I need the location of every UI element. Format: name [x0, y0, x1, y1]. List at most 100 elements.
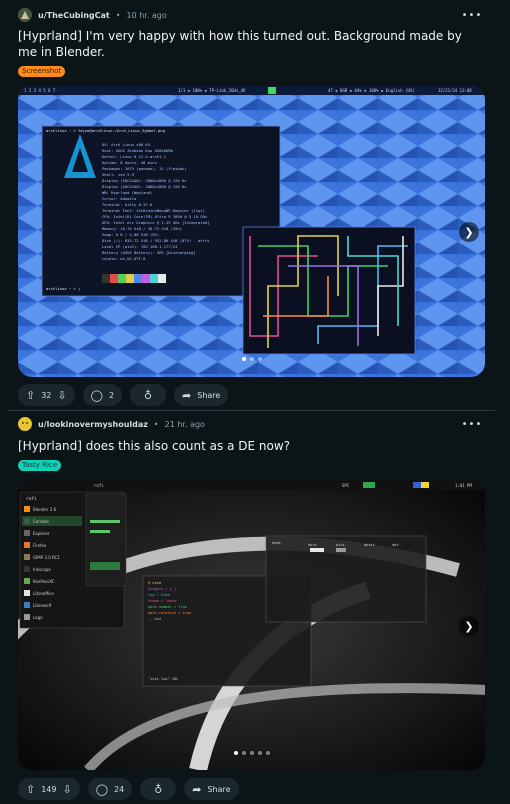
svg-text:Host: ASUS Zenbook Duo UX8406M: Host: ASUS Zenbook Duo UX8406MA	[102, 148, 174, 153]
post-divider	[8, 410, 495, 411]
svg-text:Battery (ASUS Battery): 56% [D: Battery (ASUS Battery): 56% [Discharging…	[102, 250, 196, 255]
comment-count: 24	[114, 784, 125, 794]
subreddit-name[interactable]: u/lookinovermyshouldaz	[38, 420, 148, 429]
more-icon[interactable]: •••	[462, 5, 482, 25]
post-title[interactable]: [Hyprland] I'm very happy with how this …	[18, 28, 468, 60]
svg-text:rofi: rofi	[26, 496, 37, 502]
share-label: Share	[207, 784, 231, 794]
post-age: 10 hr. ago	[126, 10, 167, 20]
share-icon: ➦	[182, 388, 192, 402]
comments-button[interactable]: ◯ 2	[82, 384, 123, 406]
post-title[interactable]: [Hyprland] does this also count as a DE …	[18, 438, 468, 454]
svg-text:Explorer: Explorer	[33, 531, 50, 536]
avatar[interactable]	[18, 8, 32, 22]
vote-count: 149	[41, 784, 57, 794]
svg-text:theme = "mono": theme = "mono"	[148, 599, 178, 603]
svg-text:Kernel: Linux 6.12.4-arch1-1: Kernel: Linux 6.12.4-arch1-1	[102, 154, 167, 159]
svg-text:Memory: 10.76 GiB / 30.72 GiB: Memory: 10.76 GiB / 30.72 GiB (35%)	[102, 226, 182, 231]
share-button[interactable]: ➦ Share	[174, 384, 229, 406]
avatar[interactable]	[18, 417, 32, 431]
separator-dot: •	[153, 419, 159, 429]
svg-text:archlinux ~ > |: archlinux ~ > |	[46, 286, 80, 291]
svg-text:plugins = { }: plugins = { }	[148, 587, 176, 591]
svg-text:Logo: Logo	[33, 615, 43, 620]
svg-text:docs: docs	[308, 543, 317, 547]
award-button[interactable]: ♁	[130, 384, 167, 406]
carousel-dot[interactable]	[233, 751, 238, 755]
downvote-icon[interactable]: ⇩	[57, 389, 66, 402]
svg-text:Display (SDC41A0): 2880x1800 @: Display (SDC41A0): 2880x1800 @ 120 Hz	[102, 184, 187, 189]
carousel-dot[interactable]	[257, 751, 262, 755]
svg-text:Disk (/): 833.72 GiB / 952.86: Disk (/): 833.72 GiB / 952.86 GiB (87%) …	[102, 238, 209, 243]
post-image[interactable]: 1 2 3 4 5 6 7 1/1 ▪ 100% ▪ TP-Link_5GHz_…	[18, 86, 485, 377]
comment-count: 2	[108, 390, 115, 400]
svg-text:home: home	[272, 541, 281, 545]
post-image[interactable]: rofi SPC 1:01 PM rofi Blender 3.6 Consol…	[18, 480, 485, 770]
post-flair: Screenshot	[18, 66, 66, 77]
svg-text:music: music	[364, 543, 375, 547]
award-button[interactable]: ♁	[140, 778, 177, 800]
svg-text:Packages: 1075 (pacman), 11 (f: Packages: 1075 (pacman), 11 (flatpak)	[102, 166, 187, 171]
screenshot-image: 1 2 3 4 5 6 7 1/1 ▪ 100% ▪ TP-Link_5GHz_…	[18, 86, 485, 377]
share-icon: ➦	[192, 782, 202, 796]
carousel-dot[interactable]	[257, 357, 262, 361]
svg-text:Display (SDC41A0): 2880x1800 @: Display (SDC41A0): 2880x1800 @ 120 Hz	[102, 178, 187, 183]
svg-text:Terminal: kitty 0.37.0: Terminal: kitty 0.37.0	[102, 202, 153, 207]
carousel-next-button[interactable]: ❯	[459, 222, 479, 242]
svg-text:12/21/24 13:08: 12/21/24 13:08	[438, 88, 472, 93]
svg-text:dev: dev	[392, 543, 399, 547]
upvote-icon[interactable]: ⇧	[26, 389, 35, 402]
award-icon: ♁	[154, 782, 163, 796]
carousel-dot[interactable]	[241, 357, 246, 361]
svg-text:lsp = true: lsp = true	[148, 593, 170, 597]
svg-text:GIMP 3.0 RC1: GIMP 3.0 RC1	[33, 555, 60, 560]
chevron-right-icon: ❯	[464, 619, 474, 633]
subreddit-name[interactable]: u/TheCubingCat	[38, 11, 110, 20]
svg-text:Terminal Font: JetBrainsMonoNF: Terminal Font: JetBrainsMonoNF-Regular (…	[102, 208, 205, 213]
award-icon: ♁	[144, 388, 153, 402]
svg-text:Librewolf: Librewolf	[33, 603, 52, 608]
vote-group: ⇧ 32 ⇩	[18, 384, 75, 406]
comment-icon: ◯	[95, 782, 109, 796]
svg-text:Local IP (wlo1): 192.168.1.177: Local IP (wlo1): 192.168.1.177/24	[102, 244, 178, 249]
svg-text:WM: Hyprland (Wayland): WM: Hyprland (Wayland)	[102, 190, 152, 195]
svg-text:archlinux ~ > fajoo@archlinux:: archlinux ~ > fajoo@archlinux:/Arch_Linu…	[46, 128, 165, 133]
more-icon[interactable]: •••	[462, 414, 482, 434]
svg-text:rofi: rofi	[94, 483, 104, 488]
screenshot-image: rofi SPC 1:01 PM rofi Blender 3.6 Consol…	[18, 480, 485, 770]
carousel-next-button[interactable]: ❯	[459, 616, 479, 636]
svg-text:-- end: -- end	[148, 617, 161, 621]
svg-text:$ nvim: $ nvim	[148, 581, 161, 585]
svg-text:Blender 3.6: Blender 3.6	[33, 507, 57, 512]
share-button[interactable]: ➦ Share	[184, 778, 239, 800]
svg-text:Libreoffice: Libreoffice	[33, 591, 54, 596]
post-header: u/lookinovermyshouldaz • 21 hr. ago	[18, 414, 205, 434]
svg-text:"init.lua" 16L: "init.lua" 16L	[148, 677, 178, 681]
share-label: Share	[197, 390, 221, 400]
svg-text:1 2 3 4 5 6 7: 1 2 3 4 5 6 7	[24, 88, 56, 93]
upvote-icon[interactable]: ⇧	[26, 783, 35, 796]
post-age: 21 hr. ago	[164, 419, 205, 429]
svg-text:Console: Console	[33, 519, 49, 524]
svg-text:1/1 ▪ 100% ▪ TP-Link_5GHz_4V: 1/1 ▪ 100% ▪ TP-Link_5GHz_4V	[178, 88, 246, 93]
carousel-dot[interactable]	[265, 751, 270, 755]
svg-text:OS: Arch Linux x86_64: OS: Arch Linux x86_64	[102, 142, 151, 147]
svg-text:opts.number = true: opts.number = true	[148, 605, 187, 609]
post-header: u/TheCubingCat • 10 hr. ago	[18, 5, 167, 25]
post-actions: ⇧ 149 ⇩ ◯ 24 ♁ ➦ Share	[18, 778, 239, 800]
svg-text:Cursor: Adwaita: Cursor: Adwaita	[102, 196, 136, 201]
carousel-dot[interactable]	[249, 357, 254, 361]
carousel-dot[interactable]	[249, 751, 254, 755]
svg-text:47 ▪ 8GB ▪ 64% ▪ 100% ▪ Englis: 47 ▪ 8GB ▪ 64% ▪ 100% ▪ English (US)	[328, 88, 415, 93]
downvote-icon[interactable]: ⇩	[63, 783, 72, 796]
carousel-dot[interactable]	[241, 751, 246, 755]
post-flair: Tasty Rice	[18, 460, 62, 471]
vote-count: 32	[41, 390, 52, 400]
post-actions: ⇧ 32 ⇩ ◯ 2 ♁ ➦ Share	[18, 384, 229, 406]
svg-text:1:01 PM: 1:01 PM	[455, 483, 472, 488]
svg-text:SPC: SPC	[342, 483, 350, 488]
comment-icon: ◯	[90, 388, 103, 402]
comments-button[interactable]: ◯ 24	[87, 778, 133, 800]
svg-text:opts.relative = true: opts.relative = true	[148, 611, 191, 615]
separator-dot: •	[115, 10, 121, 20]
